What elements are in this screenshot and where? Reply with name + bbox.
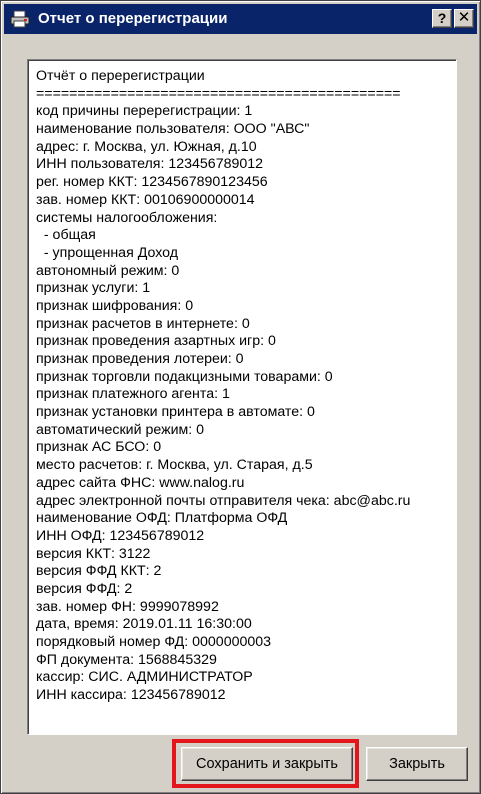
report-line: версия ККТ: 3122 xyxy=(36,545,151,562)
report-line: - упрощенная Доход xyxy=(36,244,178,261)
report-line: ФП документа: 1568845329 xyxy=(36,651,217,668)
report-line: Отчёт о перерегистрации xyxy=(36,68,205,84)
report-line: признак проведения азартных игр: 0 xyxy=(36,333,276,350)
report-line: наименование пользователя: ООО "АВС" xyxy=(36,121,310,138)
report-line: дата, время: 2019.01.11 16:30:00 xyxy=(36,616,252,633)
report-line: кассир: СИС. АДМИНИСТРАТОР xyxy=(36,669,253,686)
report-dialog: Отчет о перерегистрации ? ✕ Отчёт о пере… xyxy=(0,0,481,794)
report-line: ИНН пользователя: 123456789012 xyxy=(36,156,264,173)
report-line: признак расчетов в интернете: 0 xyxy=(36,315,250,332)
report-line: признак проведения лотереи: 0 xyxy=(36,351,244,367)
report-text-area[interactable]: Отчёт о перерегистрации =================… xyxy=(27,59,457,735)
printer-app-icon xyxy=(10,10,30,28)
report-line: зав. номер ФН: 9999078992 xyxy=(36,598,219,615)
report-line: код причины перерегистрации: 1 xyxy=(36,103,253,120)
close-button[interactable]: Закрыть xyxy=(366,747,468,781)
report-line: автоматический режим: 0 xyxy=(36,421,205,438)
report-line: признак услуги: 1 xyxy=(36,280,151,297)
report-line: признак шифрования: 0 xyxy=(36,297,194,314)
report-line: место расчетов: г. Москва, ул. Старая, д… xyxy=(36,457,313,474)
close-icon: ✕ xyxy=(457,9,471,26)
help-button[interactable]: ? xyxy=(432,9,452,28)
report-line: адрес: г. Москва, ул. Южная, д.10 xyxy=(36,138,257,155)
report-line: признак установки принтера в автомате: 0 xyxy=(36,404,315,421)
report-line: адрес электронной почты отправителя чека… xyxy=(36,492,411,509)
window-title: Отчет о перерегистрации xyxy=(38,10,228,27)
title-bar[interactable]: Отчет о перерегистрации ? ✕ xyxy=(4,4,477,34)
report-line: версия ФФД: 2 xyxy=(36,580,133,597)
report-line: признак платежного агента: 1 xyxy=(36,386,230,403)
report-line: признак торговли подакцизными товарами: … xyxy=(36,368,333,385)
report-line: порядковый номер ФД: 0000000003 xyxy=(36,634,272,650)
report-line: адрес сайта ФНС: www.nalog.ru xyxy=(36,474,245,491)
close-window-button[interactable]: ✕ xyxy=(454,9,474,28)
report-line: ИНН ОФД: 123456789012 xyxy=(36,527,205,544)
report-line: рег. номер ККТ: 1234567890123456 xyxy=(36,174,268,191)
report-line: наименование ОФД: Платформа ОФД xyxy=(36,510,288,527)
report-line: ИНН кассира: 123456789012 xyxy=(36,687,226,704)
report-line: зав. номер ККТ: 00106900000014 xyxy=(36,191,255,208)
report-line: версия ФФД ККТ: 2 xyxy=(36,563,162,580)
report-line: - общая xyxy=(36,227,96,244)
report-line: автономный режим: 0 xyxy=(36,262,180,279)
report-line: системы налогообложения: xyxy=(36,209,218,226)
report-line: ========================================… xyxy=(36,85,401,102)
report-line: признак АС БСО: 0 xyxy=(36,439,162,456)
save-and-close-button[interactable]: Сохранить и закрыть xyxy=(181,747,353,781)
